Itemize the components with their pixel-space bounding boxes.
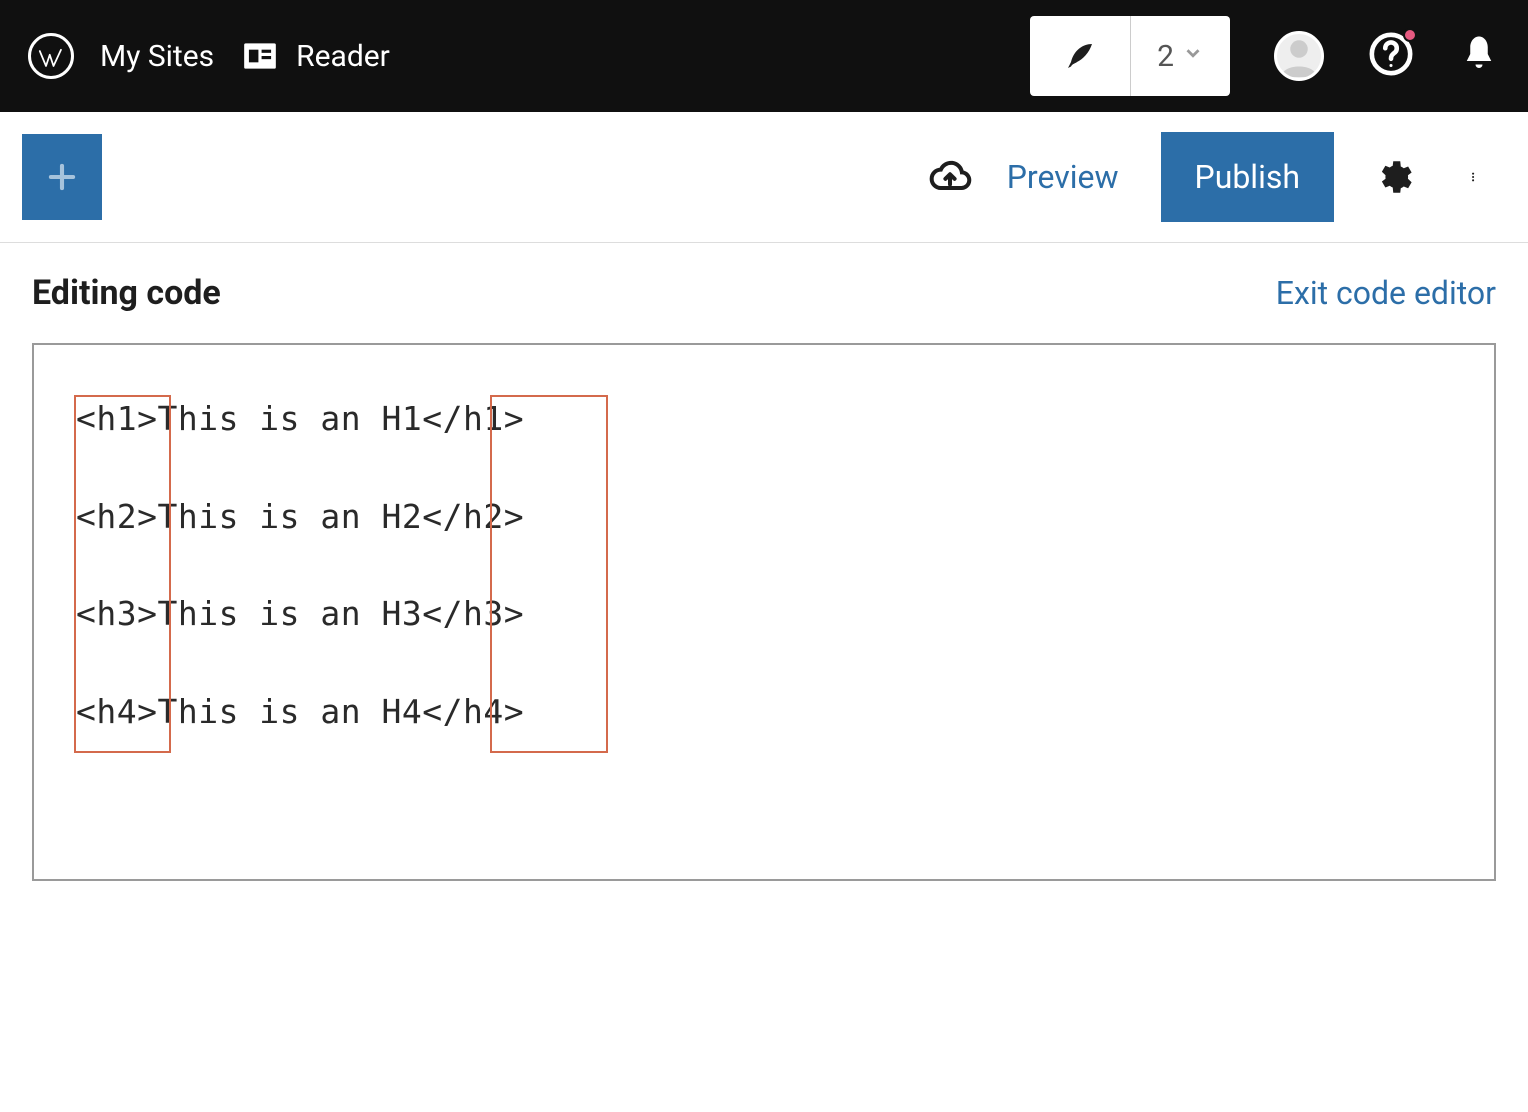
draft-count: 2 bbox=[1157, 39, 1174, 74]
topbar-left: My Sites Reader bbox=[28, 33, 390, 79]
chevron-down-icon bbox=[1182, 42, 1204, 70]
preview-label: Preview bbox=[1007, 158, 1119, 196]
topbar-right: 2 bbox=[1030, 16, 1500, 96]
code-line: <h2>This is an H2</h2> bbox=[76, 497, 1452, 537]
quill-icon bbox=[1030, 16, 1130, 96]
publish-button[interactable]: Publish bbox=[1161, 132, 1335, 222]
reader-icon bbox=[240, 36, 280, 76]
wordpress-logo-icon[interactable] bbox=[28, 33, 74, 79]
reader-link[interactable]: Reader bbox=[240, 36, 390, 76]
cloud-upload-icon bbox=[928, 155, 972, 199]
reader-label: Reader bbox=[296, 39, 390, 74]
exit-code-editor-link[interactable]: Exit code editor bbox=[1276, 274, 1496, 312]
my-sites-label: My Sites bbox=[100, 39, 214, 74]
code-line: <h1>This is an H1</h1> bbox=[76, 399, 1452, 439]
code-line: <h3>This is an H3</h3> bbox=[76, 594, 1452, 634]
settings-button[interactable] bbox=[1372, 154, 1418, 200]
save-draft-button[interactable] bbox=[927, 154, 973, 200]
publish-label: Publish bbox=[1195, 158, 1301, 196]
exit-code-editor-label: Exit code editor bbox=[1276, 274, 1496, 312]
add-block-button[interactable] bbox=[22, 134, 102, 220]
write-button[interactable]: 2 bbox=[1030, 16, 1230, 96]
code-editor-header: Editing code Exit code editor bbox=[0, 243, 1528, 335]
gear-icon bbox=[1374, 156, 1416, 198]
editor-toolbar: Preview Publish bbox=[0, 112, 1528, 243]
editing-code-title: Editing code bbox=[32, 273, 221, 313]
help-button[interactable] bbox=[1368, 31, 1414, 81]
notification-dot-icon bbox=[1403, 28, 1417, 42]
kebab-menu-icon bbox=[1471, 157, 1481, 197]
user-avatar[interactable] bbox=[1274, 31, 1324, 81]
plus-icon bbox=[43, 158, 81, 196]
wordpress-topbar: My Sites Reader 2 bbox=[0, 0, 1528, 112]
draft-count-dropdown[interactable]: 2 bbox=[1130, 16, 1230, 96]
bell-icon bbox=[1458, 33, 1500, 75]
notifications-button[interactable] bbox=[1458, 33, 1500, 79]
my-sites-link[interactable]: My Sites bbox=[100, 39, 214, 74]
more-options-button[interactable] bbox=[1456, 154, 1496, 200]
code-editor-area[interactable]: <h1>This is an H1</h1> <h2>This is an H2… bbox=[32, 343, 1496, 881]
code-line: <h4>This is an H4</h4> bbox=[76, 692, 1452, 732]
preview-button[interactable]: Preview bbox=[1007, 158, 1119, 196]
